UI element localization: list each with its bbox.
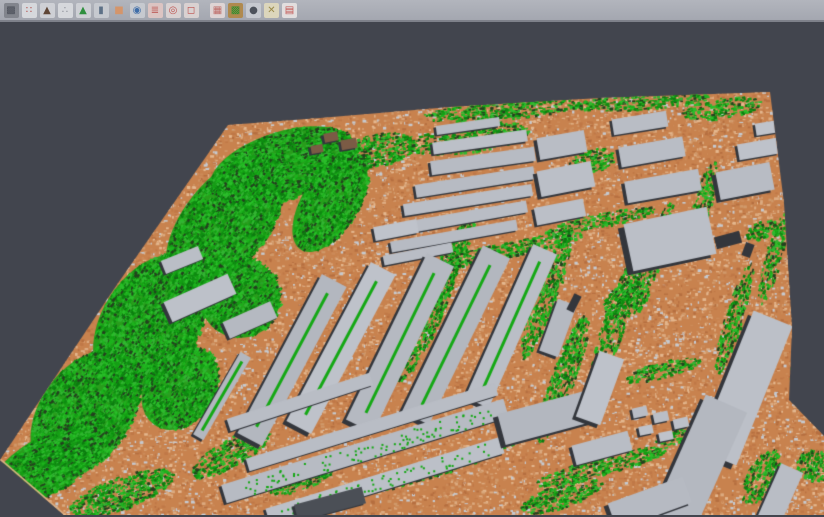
toolbar: ▩∷▲∴▲▮■◉≣◎◻▦▩●✕▤ xyxy=(0,0,824,22)
grid-overlay-icon[interactable]: ▦ xyxy=(210,3,225,18)
profile-view-icon[interactable]: ▮ xyxy=(94,3,109,18)
classification-map-icon[interactable]: ▩ xyxy=(228,3,243,18)
point-cloud-icon[interactable]: ▩ xyxy=(4,3,19,18)
globe-icon[interactable]: ◉ xyxy=(130,3,145,18)
3d-viewport-container xyxy=(0,22,824,515)
dark-sphere-icon[interactable]: ● xyxy=(246,3,261,18)
orthophoto-icon[interactable]: ■ xyxy=(112,3,127,18)
transform-axes-icon[interactable]: ✕ xyxy=(264,3,279,18)
circle-select-icon[interactable]: ◎ xyxy=(166,3,181,18)
terrain-mesh-icon[interactable]: ▲ xyxy=(40,3,55,18)
rect-select-icon[interactable]: ◻ xyxy=(184,3,199,18)
classified-points-icon[interactable]: ∷ xyxy=(22,3,37,18)
measurement-flag-icon[interactable]: ▤ xyxy=(282,3,297,18)
sparse-cloud-icon[interactable]: ∴ xyxy=(58,3,73,18)
3d-viewport[interactable] xyxy=(0,22,824,515)
dem-surface-icon[interactable]: ▲ xyxy=(76,3,91,18)
layer-stack-icon[interactable]: ≣ xyxy=(148,3,163,18)
